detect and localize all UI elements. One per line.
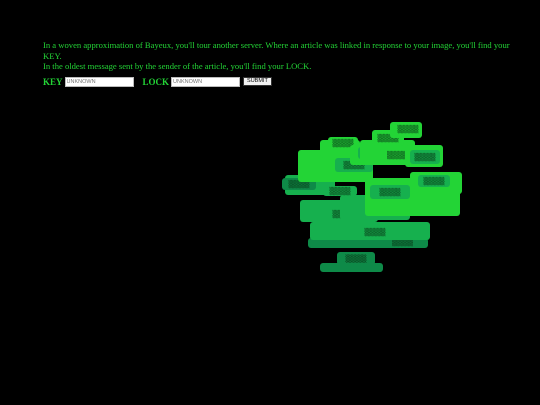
tree-node-label: ▒▒▒▒▒	[379, 188, 401, 197]
tree-node-label: ▒▒▒▒▒	[329, 187, 351, 196]
tree-node-label: ▒▒▒▒▒	[397, 125, 419, 134]
tree-node-label: ▒▒▒▒▒	[345, 254, 367, 263]
tree-node-label: ▒▒▒▒▒	[364, 228, 386, 237]
pixel-tree-illustration: ▒▒▒▒▒▒▒▒▒▒▒▒▒▒▒▒▒▒▒▒▒▒▒▒▒▒▒▒▒▒▒▒▒▒▒▒▒▒▒▒…	[282, 122, 462, 272]
tree-node-label: ▒▒▒▒▒	[423, 177, 445, 186]
tree-node-label: ▒▒▒▒▒	[414, 153, 436, 162]
